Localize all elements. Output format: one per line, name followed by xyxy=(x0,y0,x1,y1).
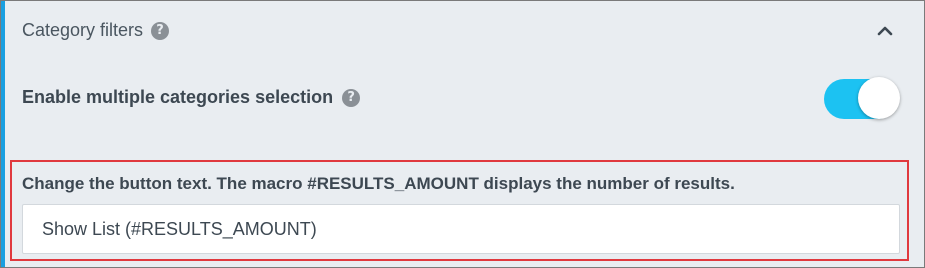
question-circle-icon[interactable]: ? xyxy=(342,88,361,107)
button-text-input[interactable] xyxy=(22,204,900,254)
section-header: Category filters ? xyxy=(22,20,170,41)
chevron-up-icon xyxy=(877,26,893,36)
button-text-label: Change the button text. The macro #RESUL… xyxy=(22,174,735,193)
section-title: Category filters xyxy=(22,20,144,40)
question-circle-icon[interactable]: ? xyxy=(151,21,170,40)
category-filters-panel: Category filters ? Enable multiple categ… xyxy=(0,0,925,268)
multiple-categories-setting: Enable multiple categories selection ? xyxy=(22,87,361,108)
multiple-categories-label: Enable multiple categories selection xyxy=(22,87,334,107)
toggle-knob xyxy=(858,77,900,119)
collapse-button[interactable] xyxy=(873,19,897,43)
multiple-categories-toggle[interactable] xyxy=(824,77,900,121)
panel-accent-bar xyxy=(1,1,5,267)
